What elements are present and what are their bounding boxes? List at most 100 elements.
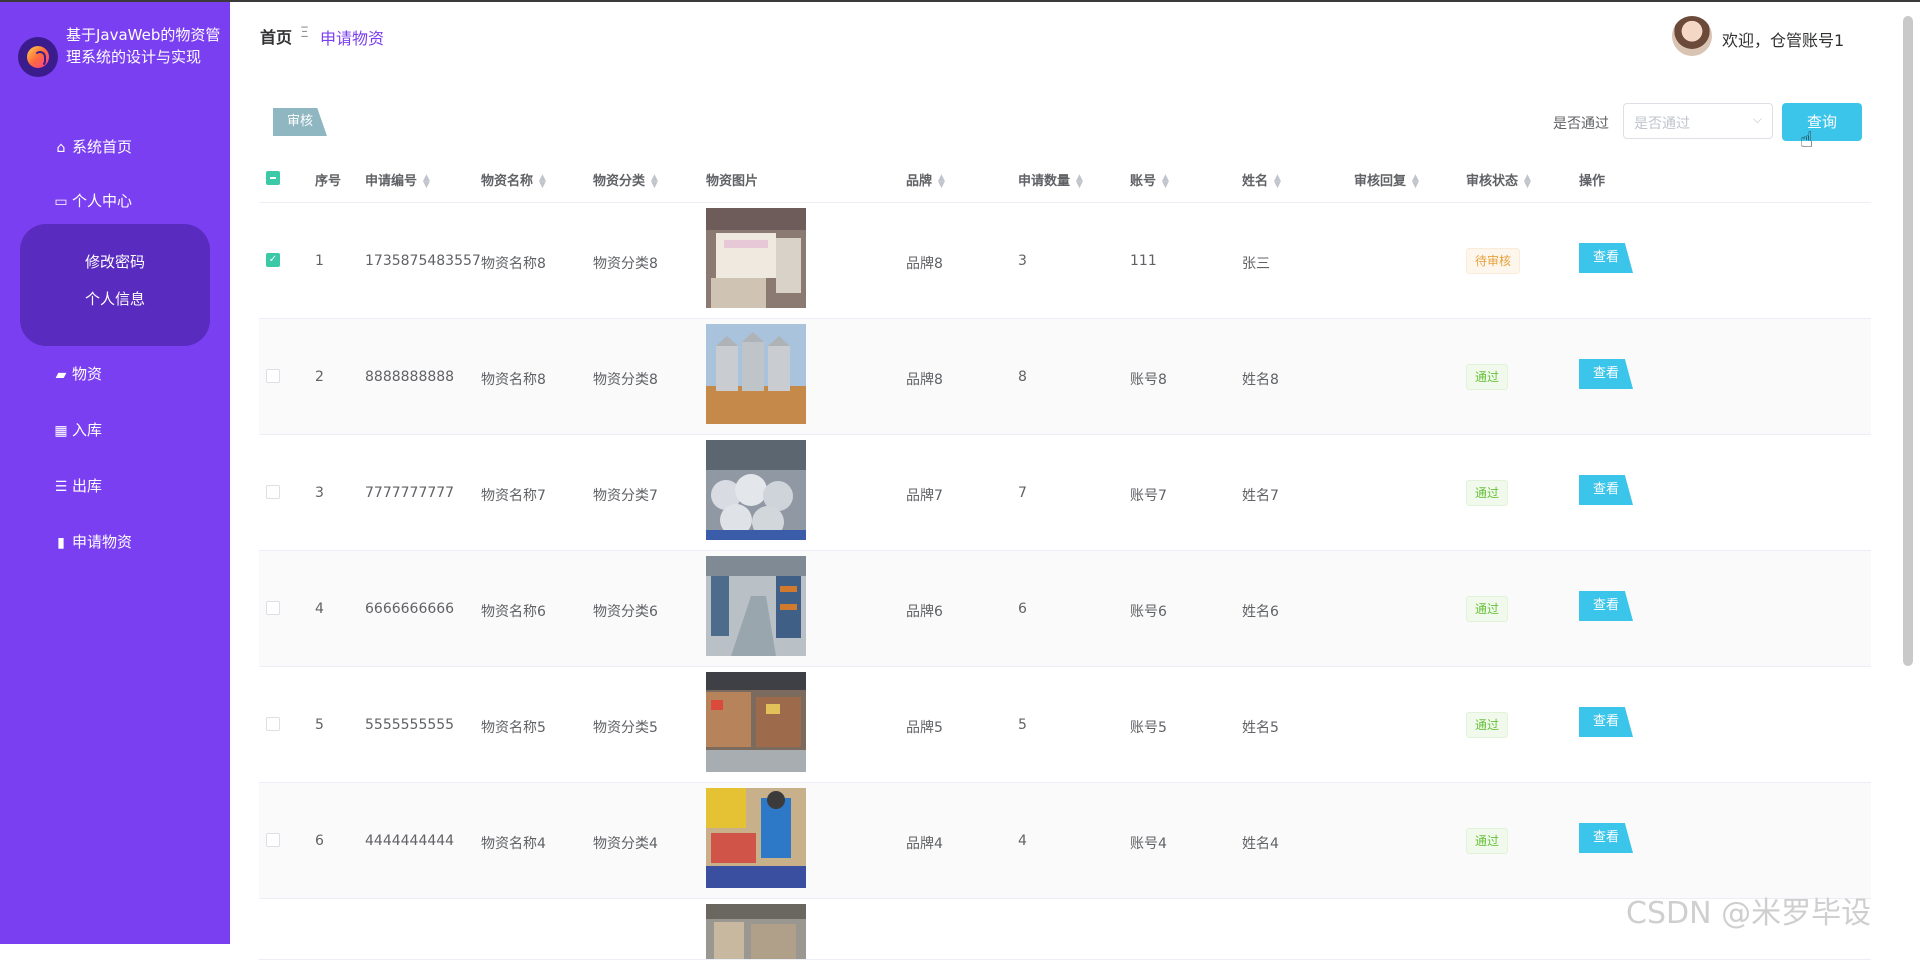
cell-qty: 4: [1018, 833, 1027, 849]
query-button[interactable]: 查询: [1782, 103, 1862, 141]
sidebar-item-personal-center[interactable]: ▭ 个人中心: [52, 186, 132, 216]
select-all-checkbox[interactable]: [266, 171, 280, 185]
page-scrollbar[interactable]: [1903, 16, 1913, 666]
view-button[interactable]: 查看: [1579, 475, 1633, 505]
row-checkbox[interactable]: ✓: [266, 253, 280, 267]
column-header-category[interactable]: 物资分类 ▲ ▼: [593, 170, 658, 189]
table-row[interactable]: 2 8888888888 物资名称8 物资分类8 品牌8 8 账号8 姓名8 通…: [259, 319, 1871, 435]
status-badge: 通过: [1466, 596, 1509, 622]
cell-index: 5: [315, 717, 324, 733]
row-checkbox[interactable]: [266, 833, 280, 847]
column-header-account[interactable]: 账号 ▲ ▼: [1130, 170, 1169, 189]
sort-icon[interactable]: ▲ ▼: [1524, 173, 1531, 189]
hand-cursor-icon: ☝: [1800, 128, 1814, 153]
sort-icon[interactable]: ▲ ▼: [1412, 173, 1419, 189]
supply-image[interactable]: [706, 904, 806, 959]
cell-category: 物资分类7: [593, 488, 658, 504]
cell-person: 姓名4: [1242, 836, 1279, 852]
sort-icon[interactable]: ▲ ▼: [1274, 173, 1281, 189]
pass-filter-select[interactable]: 是否通过 ⌵: [1623, 103, 1773, 139]
supply-image[interactable]: [706, 208, 806, 308]
column-header-name[interactable]: 物资名称 ▲ ▼: [481, 170, 546, 189]
supply-image[interactable]: [706, 324, 806, 424]
column-header-label: 申请编号: [365, 174, 418, 189]
breadcrumb-separator-icon: Ξ: [300, 25, 309, 41]
table-header: 序号 申请编号 ▲ ▼ 物资名称 ▲ ▼ 物资分类 ▲ ▼ 物资图片 品牌 ▲ ▼ 申请数量 ▲ ▼…: [259, 156, 1871, 203]
cell-account: 111: [1130, 253, 1157, 269]
cell-account: 账号8: [1130, 372, 1167, 388]
column-header-label: 物资分类: [593, 174, 646, 189]
sidebar-item-supplies[interactable]: ▰ 物资: [52, 359, 102, 389]
sidebar-item-apply-supplies[interactable]: ▮ 申请物资: [52, 527, 132, 557]
column-header: 序号: [315, 174, 342, 189]
cell-brand: 品牌5: [906, 720, 943, 736]
supply-image[interactable]: [706, 788, 806, 888]
supply-image[interactable]: [706, 440, 806, 540]
column-header-apply-no[interactable]: 申请编号 ▲ ▼: [365, 170, 430, 189]
cell-index: 1: [315, 253, 324, 269]
row-checkbox[interactable]: [266, 485, 280, 499]
cell-apply-no: 5555555555: [365, 717, 455, 733]
breadcrumb-current: 申请物资: [320, 29, 385, 48]
table-row[interactable]: 5 5555555555 物资名称5 物资分类5 品牌5 5 账号5 姓名5 通…: [259, 667, 1871, 783]
sidebar-item-label: 申请物资: [72, 533, 133, 551]
view-button[interactable]: 查看: [1579, 243, 1633, 273]
cell-qty: 3: [1018, 253, 1027, 269]
audit-button[interactable]: 审核: [273, 108, 327, 136]
cell-person: 姓名8: [1242, 372, 1279, 388]
cell-category: 物资分类8: [593, 372, 658, 388]
submenu-item-change-password[interactable]: 修改密码: [20, 251, 210, 272]
column-header-brand[interactable]: 品牌 ▲ ▼: [906, 170, 945, 189]
supply-image[interactable]: [706, 556, 806, 656]
table-row[interactable]: 6 4444444444 物资名称4 物资分类4 品牌4 4 账号4 姓名4 通…: [259, 783, 1871, 899]
sidebar-item-outbound[interactable]: ☰ 出库: [52, 471, 102, 501]
breadcrumb-home[interactable]: 首页: [260, 24, 292, 48]
cell-apply-no: 6666666666: [365, 601, 455, 617]
cell-qty: 7: [1018, 485, 1027, 501]
avatar[interactable]: [1672, 16, 1712, 56]
sidebar-item-inbound[interactable]: ▦ 入库: [52, 415, 102, 445]
view-button[interactable]: 查看: [1579, 359, 1633, 389]
card-icon: ▭: [54, 194, 68, 210]
cell-qty: 5: [1018, 717, 1027, 733]
welcome-text: 欢迎，仓管账号1: [1722, 31, 1845, 50]
row-checkbox[interactable]: [266, 717, 280, 731]
view-button[interactable]: 查看: [1579, 591, 1633, 621]
view-button[interactable]: 查看: [1579, 823, 1633, 853]
column-header-image: 物资图片: [706, 174, 759, 189]
column-header-status[interactable]: 审核状态 ▲ ▼: [1466, 170, 1531, 189]
table-row[interactable]: 4 6666666666 物资名称6 物资分类6 品牌6 6 账号6 姓名6 通…: [259, 551, 1871, 667]
cell-name: 物资名称5: [481, 720, 546, 736]
cell-person: 张三: [1242, 256, 1270, 272]
sort-icon[interactable]: ▲ ▼: [539, 173, 546, 189]
submenu-item-personal-info[interactable]: 个人信息: [20, 288, 210, 309]
cell-account: 账号5: [1130, 720, 1167, 736]
list-icon: ☰: [54, 479, 68, 495]
sort-icon[interactable]: ▲ ▼: [938, 173, 945, 189]
column-header-qty[interactable]: 申请数量 ▲ ▼: [1018, 170, 1083, 189]
row-checkbox[interactable]: [266, 601, 280, 615]
supply-image[interactable]: [706, 672, 806, 772]
sort-icon[interactable]: ▲ ▼: [1162, 173, 1169, 189]
column-header-reply[interactable]: 审核回复 ▲ ▼: [1354, 170, 1419, 189]
view-button[interactable]: 查看: [1579, 707, 1633, 737]
sort-icon[interactable]: ▲ ▼: [651, 173, 658, 189]
sort-icon[interactable]: ▲ ▼: [423, 173, 430, 189]
bar-chart-icon: ▮: [57, 535, 65, 551]
chevron-down-icon: ⌵: [1752, 112, 1762, 126]
table-row[interactable]: 3 7777777777 物资名称7 物资分类7 品牌7 7 账号7 姓名7 通…: [259, 435, 1871, 551]
cell-category: 物资分类4: [593, 836, 658, 852]
table-row[interactable]: ✓ 1 1735875483557 物资名称8 物资分类8 品牌8 3 111 …: [259, 203, 1871, 319]
column-header-label: 审核状态: [1466, 174, 1519, 189]
row-checkbox[interactable]: [266, 369, 280, 383]
cell-apply-no: 4444444444: [365, 833, 455, 849]
sort-icon[interactable]: ▲ ▼: [1076, 173, 1083, 189]
sidebar-item-label: 物资: [72, 365, 103, 383]
cell-name: 物资名称8: [481, 372, 546, 388]
select-placeholder: 是否通过: [1634, 116, 1690, 132]
cell-apply-no: 7777777777: [365, 485, 455, 501]
sidebar-item-home[interactable]: ⌂ 系统首页: [52, 132, 132, 162]
status-badge: 通过: [1466, 712, 1509, 738]
cell-account: 账号4: [1130, 836, 1167, 852]
column-header-person[interactable]: 姓名 ▲ ▼: [1242, 170, 1281, 189]
